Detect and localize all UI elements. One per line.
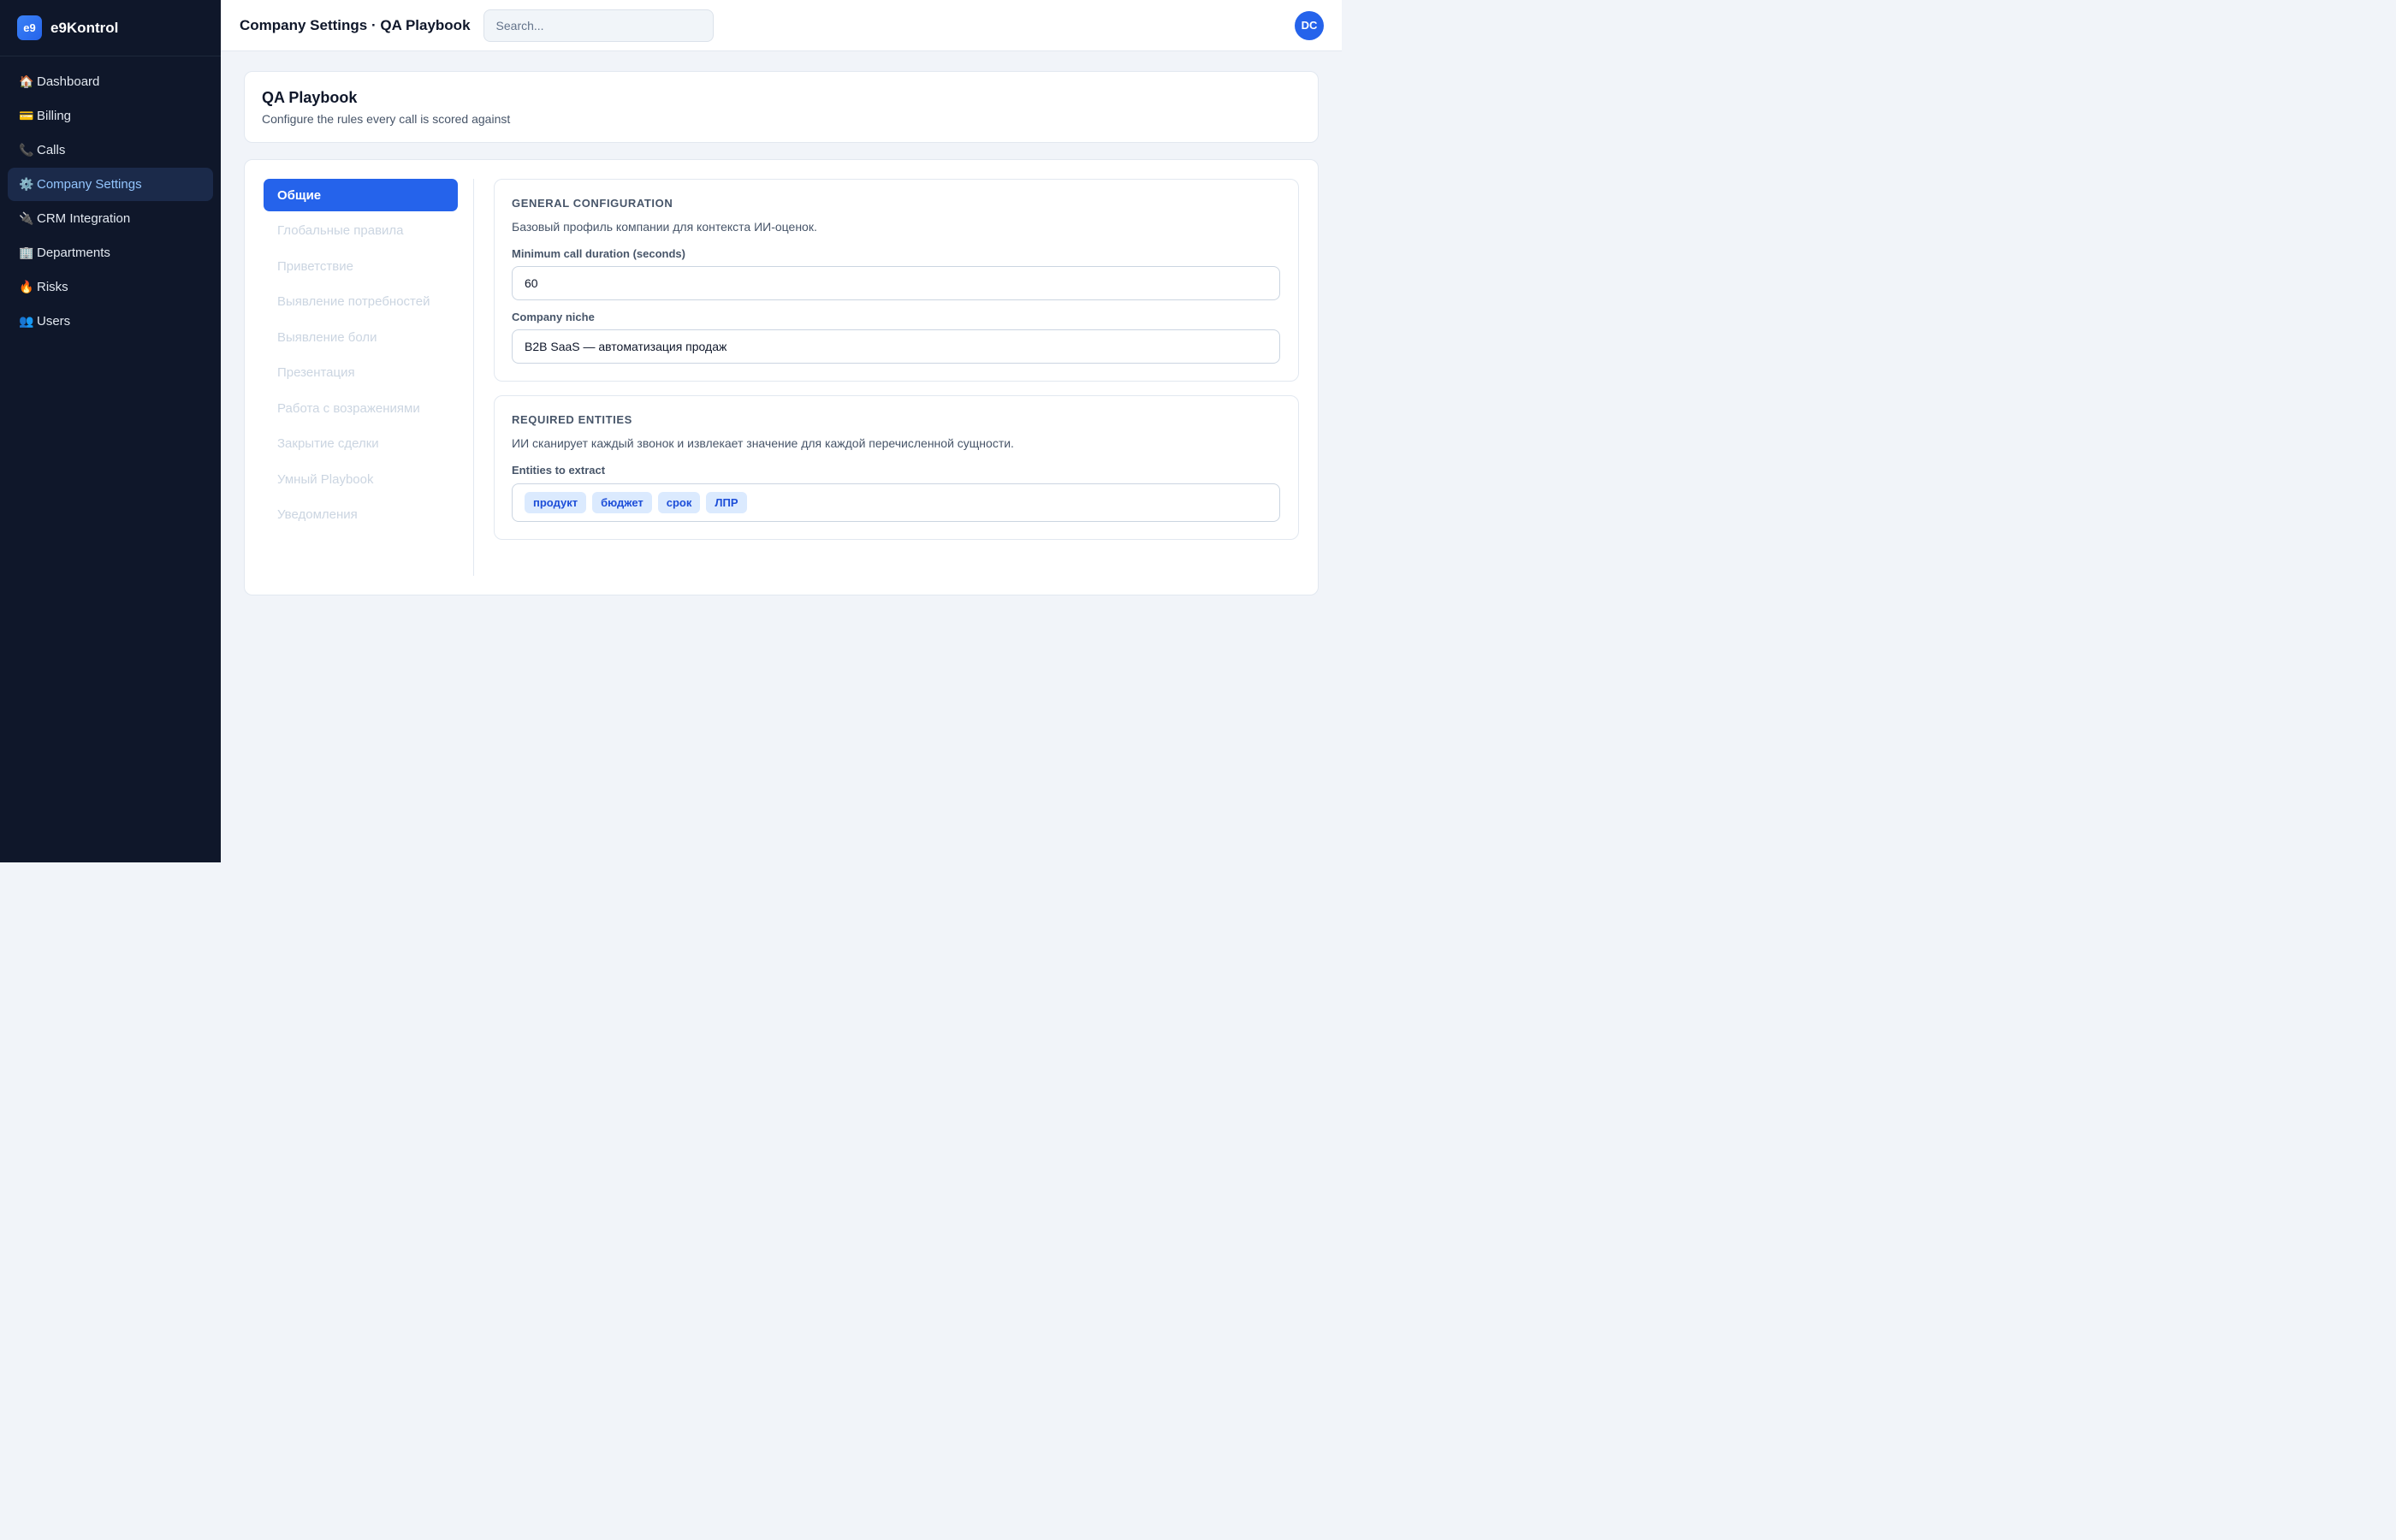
brand-logo: e9 xyxy=(17,15,42,40)
tab-smart-playbook[interactable]: Умный Playbook xyxy=(264,463,458,495)
entity-tag[interactable]: бюджет xyxy=(592,492,652,513)
app-shell: e9 e9Kontrol 🏠 Dashboard 💳 Billing 📞 Cal… xyxy=(0,0,1342,862)
plug-icon: 🔌 xyxy=(19,211,34,226)
company-niche-input[interactable] xyxy=(512,329,1280,364)
fire-icon: 🔥 xyxy=(19,280,34,294)
sidebar: e9 e9Kontrol 🏠 Dashboard 💳 Billing 📞 Cal… xyxy=(0,0,221,862)
credit-card-icon: 💳 xyxy=(19,109,34,123)
brand[interactable]: e9 e9Kontrol xyxy=(0,0,221,56)
section-description: Базовый профиль компании для контекста И… xyxy=(512,220,817,234)
sidebar-item-label: Dashboard xyxy=(37,74,100,89)
entities-tag-input[interactable]: продукт бюджет срок ЛПР xyxy=(512,483,1280,522)
sidebar-item-crm-integration[interactable]: 🔌 CRM Integration xyxy=(8,202,213,235)
section-title: REQUIRED ENTITIES xyxy=(512,413,632,426)
phone-icon: 📞 xyxy=(19,143,34,157)
main-area: Company Settings · QA Playbook DC QA Pla… xyxy=(221,0,1342,862)
sidebar-item-billing[interactable]: 💳 Billing xyxy=(8,99,213,133)
office-building-icon: 🏢 xyxy=(19,246,34,260)
sidebar-item-departments[interactable]: 🏢 Departments xyxy=(8,236,213,270)
required-entities-panel: REQUIRED ENTITIES ИИ сканирует каждый зв… xyxy=(494,395,1299,540)
entity-tag[interactable]: срок xyxy=(657,492,701,513)
sidebar-item-calls[interactable]: 📞 Calls xyxy=(8,133,213,167)
page-breadcrumb-title: Company Settings · QA Playbook xyxy=(240,16,471,33)
avatar[interactable]: DC xyxy=(1295,10,1324,40)
tab-pain-discovery[interactable]: Выявление боли xyxy=(264,321,458,353)
tab-notifications[interactable]: Уведомления xyxy=(264,499,458,531)
tab-greeting[interactable]: Приветствие xyxy=(264,250,458,282)
sidebar-item-users[interactable]: 👥 Users xyxy=(8,305,213,338)
sidebar-item-dashboard[interactable]: 🏠 Dashboard xyxy=(8,65,213,98)
settings-card: Общие Глобальные правила Приветствие Выя… xyxy=(244,159,1319,595)
tab-global-rules[interactable]: Глобальные правила xyxy=(264,215,458,247)
sidebar-item-label: Company Settings xyxy=(37,177,142,192)
min-duration-input[interactable] xyxy=(512,266,1280,300)
settings-panels: GENERAL CONFIGURATION Базовый профиль ко… xyxy=(474,179,1299,576)
tab-closing[interactable]: Закрытие сделки xyxy=(264,428,458,460)
sidebar-item-label: Billing xyxy=(37,109,72,123)
sidebar-item-risks[interactable]: 🔥 Risks xyxy=(8,270,213,304)
entity-tag[interactable]: ЛПР xyxy=(706,492,747,513)
tab-needs-discovery[interactable]: Выявление потребностей xyxy=(264,286,458,318)
sidebar-item-label: CRM Integration xyxy=(37,211,131,226)
brand-name: e9Kontrol xyxy=(50,19,119,36)
tab-general[interactable]: Общие xyxy=(264,179,458,211)
sidebar-item-company-settings[interactable]: ⚙️ Company Settings xyxy=(8,168,213,201)
page-title: QA Playbook xyxy=(262,89,358,106)
content: QA Playbook Configure the rules every ca… xyxy=(221,51,1342,615)
house-icon: 🏠 xyxy=(19,74,34,89)
general-configuration-panel: GENERAL CONFIGURATION Базовый профиль ко… xyxy=(494,179,1299,382)
min-duration-label: Minimum call duration (seconds) xyxy=(512,247,685,260)
sidebar-item-label: Departments xyxy=(37,246,110,260)
tab-objection-handling[interactable]: Работа с возражениями xyxy=(264,392,458,424)
section-title: GENERAL CONFIGURATION xyxy=(512,197,673,210)
topbar: Company Settings · QA Playbook DC xyxy=(221,0,1342,51)
sidebar-item-label: Users xyxy=(37,314,71,329)
gear-icon: ⚙️ xyxy=(19,177,34,192)
search-input[interactable] xyxy=(483,9,714,42)
sidebar-item-label: Calls xyxy=(37,143,66,157)
sidebar-nav: 🏠 Dashboard 💳 Billing 📞 Calls ⚙️ Company… xyxy=(0,56,221,347)
entities-label: Entities to extract xyxy=(512,464,606,477)
tab-presentation[interactable]: Презентация xyxy=(264,357,458,389)
entity-tag[interactable]: продукт xyxy=(525,492,587,513)
playbook-tabs: Общие Глобальные правила Приветствие Выя… xyxy=(264,179,474,576)
company-niche-label: Company niche xyxy=(512,311,595,323)
section-description: ИИ сканирует каждый звонок и извлекает з… xyxy=(512,436,1014,450)
page-header-card: QA Playbook Configure the rules every ca… xyxy=(244,71,1319,143)
sidebar-item-label: Risks xyxy=(37,280,68,294)
users-icon: 👥 xyxy=(19,314,34,329)
page-subtitle: Configure the rules every call is scored… xyxy=(262,112,511,126)
